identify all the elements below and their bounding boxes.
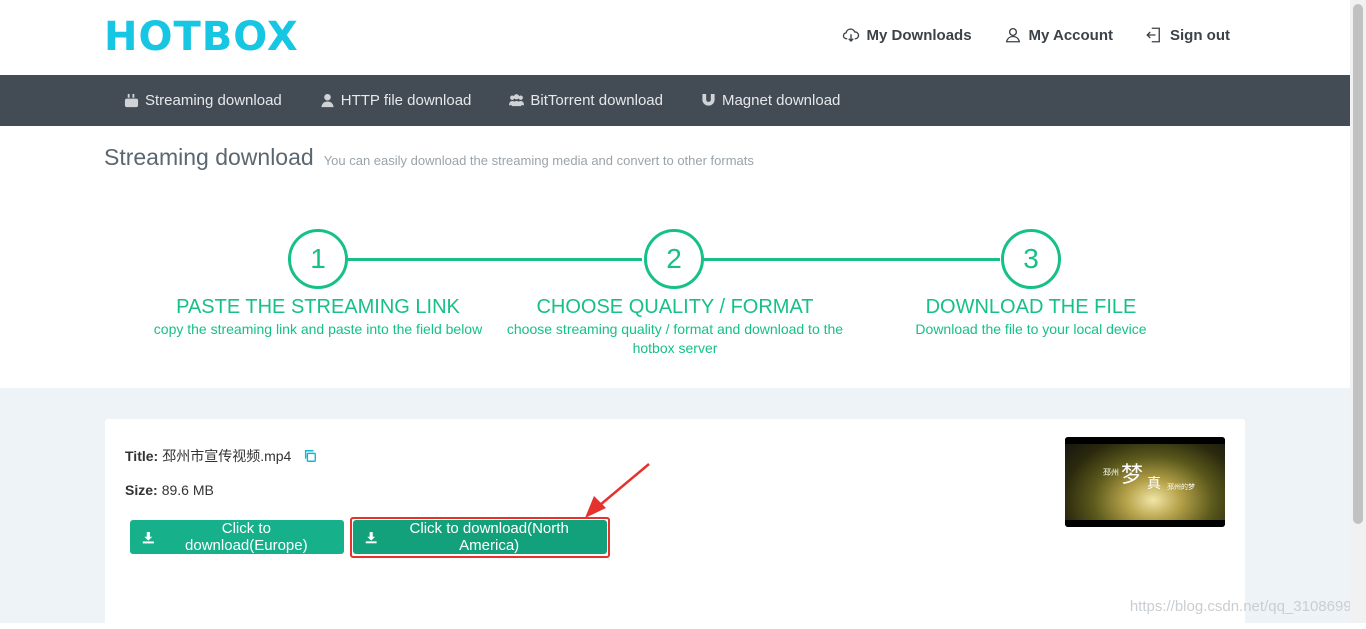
my-account-label: My Account bbox=[1028, 26, 1113, 44]
step-desc: copy the streaming link and paste into t… bbox=[153, 321, 483, 337]
magnet-icon bbox=[702, 93, 715, 106]
header: HOTBOX My Downloads My Account Sign out bbox=[0, 0, 1350, 75]
letterbox-bottom bbox=[1065, 520, 1225, 527]
step-title: DOWNLOAD THE FILE bbox=[925, 296, 1137, 318]
thumbnail-text: 邳州 bbox=[1103, 468, 1119, 477]
step-title: PASTE THE STREAMING LINK bbox=[176, 296, 460, 318]
nav-label: BitTorrent download bbox=[530, 92, 663, 109]
thumbnail-text: 真 bbox=[1147, 476, 1161, 492]
nav-item-magnet[interactable]: Magnet download bbox=[701, 92, 840, 109]
nav-bar: Streaming download HTTP file download Bi… bbox=[0, 75, 1350, 126]
file-title-row: Title: 邳州市宣传视频.mp4 bbox=[125, 446, 317, 466]
scrollbar[interactable] bbox=[1350, 0, 1366, 623]
step-desc: Download the file to your local device bbox=[915, 321, 1147, 337]
step-connector bbox=[703, 258, 1000, 261]
step-3-text: DOWNLOAD THE FILE Download the file to y… bbox=[851, 294, 1211, 339]
download-europe-button[interactable]: Click to download(Europe) bbox=[130, 520, 344, 554]
sign-out-label: Sign out bbox=[1170, 26, 1230, 44]
watermark: https://blog.csdn.net/qq_31086997 bbox=[1129, 598, 1360, 615]
my-downloads-label: My Downloads bbox=[866, 26, 972, 44]
scrollbar-thumb[interactable] bbox=[1353, 4, 1363, 524]
top-links: My Downloads My Account Sign out bbox=[842, 26, 1230, 44]
size-value: 89.6 MB bbox=[161, 482, 214, 498]
logo[interactable]: HOTBOX bbox=[104, 14, 299, 60]
nav-label: Magnet download bbox=[721, 92, 841, 109]
page-title-text: Streaming download bbox=[104, 144, 314, 170]
video-thumbnail: 邳州 梦 真 邳州的梦 bbox=[1065, 437, 1225, 527]
step-3-circle: 3 bbox=[1001, 229, 1061, 289]
my-downloads-link[interactable]: My Downloads bbox=[842, 26, 972, 44]
sign-out-link[interactable]: Sign out bbox=[1145, 26, 1230, 44]
title-value: 邳州市宣传视频.mp4 bbox=[162, 448, 292, 464]
step-desc: choose streaming quality / format and do… bbox=[506, 321, 844, 356]
copy-icon[interactable] bbox=[303, 449, 317, 463]
step-2-text: CHOOSE QUALITY / FORMAT choose streaming… bbox=[494, 294, 856, 358]
download-icon bbox=[142, 531, 154, 543]
file-size-row: Size: 89.6 MB bbox=[125, 482, 214, 498]
nav-label: Streaming download bbox=[145, 92, 282, 109]
nav-item-bittorrent[interactable]: BitTorrent download bbox=[509, 92, 663, 109]
highlight-box bbox=[350, 517, 610, 558]
my-account-link[interactable]: My Account bbox=[1004, 26, 1113, 44]
step-1-text: PASTE THE STREAMING LINK copy the stream… bbox=[138, 294, 498, 339]
nav-item-streaming[interactable]: Streaming download bbox=[124, 92, 282, 109]
letterbox-top bbox=[1065, 437, 1225, 444]
users-icon bbox=[509, 94, 525, 107]
nav-label: HTTP file download bbox=[340, 92, 472, 109]
user-icon bbox=[1005, 27, 1020, 43]
step-title: CHOOSE QUALITY / FORMAT bbox=[536, 296, 814, 318]
step-2-circle: 2 bbox=[644, 229, 704, 289]
sign-out-icon bbox=[1146, 27, 1160, 43]
cloud-download-icon bbox=[842, 28, 859, 42]
youtube-icon bbox=[124, 93, 139, 108]
page-subtitle: You can easily download the streaming me… bbox=[323, 153, 754, 168]
thumbnail-text: 梦 bbox=[1121, 463, 1144, 488]
user-icon bbox=[321, 93, 334, 108]
page-title: Streaming download You can easily downlo… bbox=[104, 144, 754, 171]
nav-item-http[interactable]: HTTP file download bbox=[320, 92, 472, 109]
step-connector bbox=[346, 258, 642, 261]
title-label: Title: bbox=[125, 448, 159, 464]
step-1-circle: 1 bbox=[288, 229, 348, 289]
thumbnail-text: 邳州的梦 bbox=[1167, 483, 1195, 491]
size-label: Size: bbox=[125, 482, 158, 498]
button-label: Click to download(Europe) bbox=[185, 520, 308, 554]
